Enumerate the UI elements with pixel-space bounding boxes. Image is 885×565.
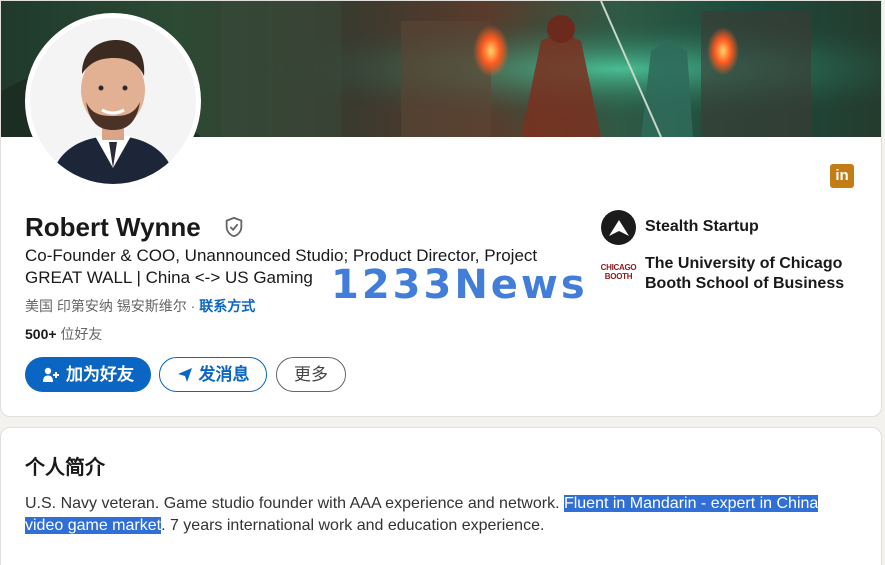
watermark: 1233News <box>331 262 588 308</box>
location-row: 美国 印第安纳 锡安斯维尔 · 联系方式 <box>25 297 255 315</box>
message-button-label: 发消息 <box>198 365 250 384</box>
message-button[interactable]: 发消息 <box>159 357 267 392</box>
connections-number: 500+ <box>25 326 57 342</box>
profile-avatar[interactable] <box>25 13 201 189</box>
more-button[interactable]: 更多 <box>276 357 346 392</box>
more-button-label: 更多 <box>294 365 328 384</box>
about-text: U.S. Navy veteran. Game studio founder w… <box>25 493 855 537</box>
verified-badge-icon[interactable] <box>223 216 245 238</box>
about-text-part: . 7 years international work and educati… <box>161 517 545 534</box>
experience-item-stealth-startup[interactable]: Stealth Startup <box>601 210 759 245</box>
profile-location: 美国 印第安纳 锡安斯维尔 · <box>25 298 200 314</box>
add-person-icon <box>43 367 59 382</box>
send-icon <box>177 367 192 382</box>
profile-card: in Robert Wynne Co-Founder & COO, Unanno… <box>0 0 882 417</box>
education-name: The University of Chicago Booth School o… <box>645 255 845 292</box>
connections-label: 位好友 <box>56 326 103 342</box>
stealth-startup-logo <box>601 210 636 245</box>
connect-button[interactable]: 加为好友 <box>25 357 151 392</box>
experience-item-chicago-booth[interactable]: CHICAGO BOOTH The University of Chicago … <box>601 254 860 294</box>
about-section: 个人简介 U.S. Navy veteran. Game studio foun… <box>0 427 882 565</box>
profile-name: Robert Wynne <box>25 212 201 242</box>
linkedin-icon[interactable]: in <box>830 164 854 188</box>
chicago-booth-logo: CHICAGO BOOTH <box>600 262 637 281</box>
contact-info-link[interactable]: 联系方式 <box>199 298 255 314</box>
connections-count[interactable]: 500+ 位好友 <box>25 325 102 343</box>
about-title: 个人简介 <box>25 457 105 479</box>
about-text-part: U.S. Navy veteran. Game studio founder w… <box>25 495 564 512</box>
connect-button-label: 加为好友 <box>66 365 134 384</box>
experience-name: Stealth Startup <box>645 218 759 235</box>
